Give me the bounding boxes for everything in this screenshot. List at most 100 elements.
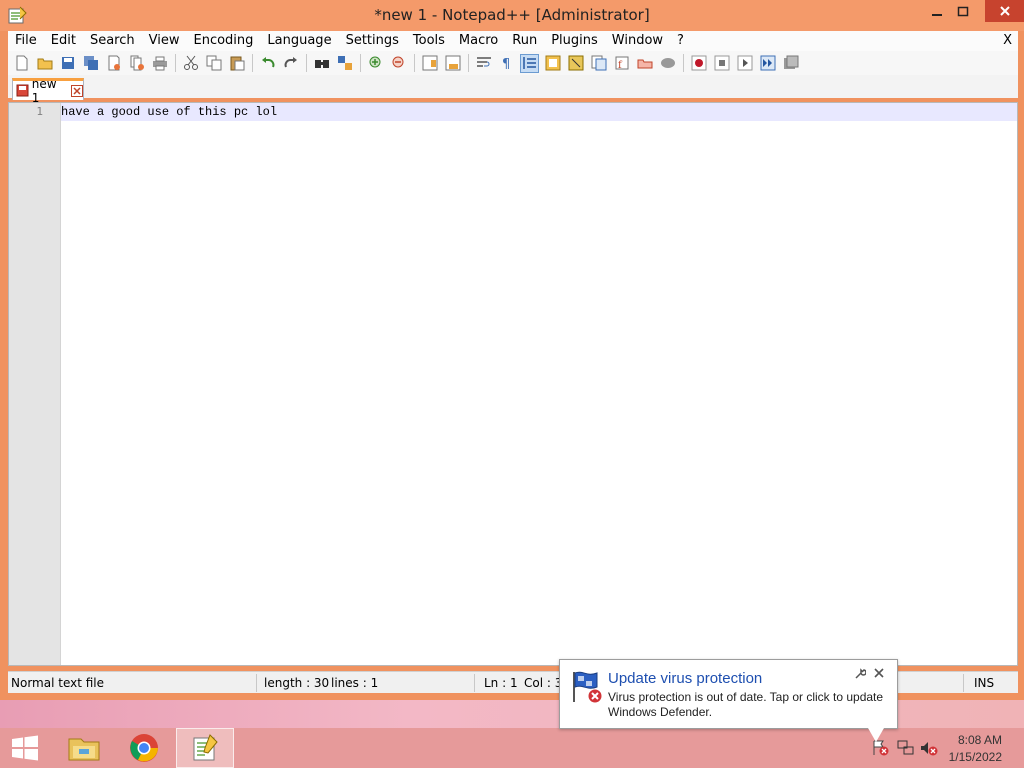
menu-plugins[interactable]: Plugins bbox=[544, 31, 605, 51]
svg-text:¶: ¶ bbox=[502, 57, 510, 71]
minimize-icon bbox=[932, 14, 942, 16]
volume-muted-icon[interactable] bbox=[920, 740, 938, 756]
toolbar-separator bbox=[252, 54, 253, 72]
udl-icon[interactable] bbox=[543, 54, 562, 73]
toolbar-separator bbox=[175, 54, 176, 72]
save-icon[interactable] bbox=[58, 54, 77, 73]
defender-flag-icon bbox=[573, 671, 603, 704]
toolbar: ¶ f bbox=[8, 51, 1018, 75]
status-divider bbox=[963, 674, 964, 692]
windows-logo-icon bbox=[12, 735, 38, 761]
wrench-icon[interactable] bbox=[854, 668, 866, 680]
word-wrap-icon[interactable] bbox=[474, 54, 493, 73]
status-insert-mode: INS bbox=[974, 676, 995, 690]
notification-close-icon[interactable] bbox=[873, 667, 885, 679]
network-icon[interactable] bbox=[897, 740, 915, 756]
cut-icon[interactable] bbox=[181, 54, 200, 73]
tab-label: new 1 bbox=[31, 76, 57, 105]
taskbar-file-explorer[interactable] bbox=[55, 728, 113, 768]
sync-vertical-icon[interactable] bbox=[420, 54, 439, 73]
find-icon[interactable] bbox=[312, 54, 331, 73]
doc-map-icon[interactable] bbox=[566, 54, 585, 73]
save-macro-icon[interactable] bbox=[781, 54, 800, 73]
menu-file[interactable]: File bbox=[8, 31, 44, 51]
toolbar-separator bbox=[360, 54, 361, 72]
windows-defender-alert-icon[interactable] bbox=[872, 740, 890, 756]
function-list-icon[interactable] bbox=[589, 54, 608, 73]
defender-notification[interactable]: Update virus protection Virus protection… bbox=[559, 659, 898, 729]
sync-horizontal-icon[interactable] bbox=[443, 54, 462, 73]
line-number-gutter: 1 bbox=[9, 103, 61, 665]
status-divider bbox=[256, 674, 257, 692]
notification-title: Update virus protection bbox=[608, 670, 763, 687]
redo-icon[interactable] bbox=[281, 54, 300, 73]
maximize-button[interactable] bbox=[948, 0, 978, 24]
close-window-button[interactable] bbox=[985, 0, 1024, 22]
toolbar-separator bbox=[414, 54, 415, 72]
doc-switcher-icon[interactable] bbox=[635, 54, 654, 73]
stop-record-icon[interactable] bbox=[712, 54, 731, 73]
zoom-out-icon[interactable] bbox=[389, 54, 408, 73]
menu-encoding[interactable]: Encoding bbox=[186, 31, 260, 51]
status-file-type: Normal text file bbox=[11, 676, 105, 690]
status-length: length : 30 bbox=[264, 676, 330, 690]
toolbar-separator bbox=[683, 54, 684, 72]
open-file-icon[interactable] bbox=[35, 54, 54, 73]
save-all-icon[interactable] bbox=[81, 54, 100, 73]
menu-window[interactable]: Window bbox=[605, 31, 670, 51]
title-bar[interactable]: *new 1 - Notepad++ [Administrator] bbox=[0, 0, 1024, 31]
status-lines: lines : 1 bbox=[331, 676, 379, 690]
menu-run[interactable]: Run bbox=[505, 31, 544, 51]
indent-guide-icon[interactable] bbox=[520, 53, 539, 73]
toolbar-separator bbox=[468, 54, 469, 72]
play-macro-icon[interactable] bbox=[735, 54, 754, 73]
chrome-icon bbox=[130, 734, 158, 762]
print-icon[interactable] bbox=[150, 54, 169, 73]
toolbar-separator bbox=[306, 54, 307, 72]
editor-line-text[interactable]: have a good use of this pc lol bbox=[61, 105, 277, 119]
menu-bar: File Edit Search View Encoding Language … bbox=[8, 31, 1018, 51]
close-all-icon[interactable] bbox=[127, 54, 146, 73]
monitoring-icon[interactable] bbox=[658, 54, 677, 73]
file-explorer-icon bbox=[68, 738, 100, 761]
close-document-button[interactable]: X bbox=[1003, 33, 1012, 48]
paste-icon[interactable] bbox=[227, 54, 246, 73]
window-title: *new 1 - Notepad++ [Administrator] bbox=[374, 6, 650, 24]
status-divider bbox=[474, 674, 475, 692]
replace-icon[interactable] bbox=[335, 54, 354, 73]
new-file-icon[interactable] bbox=[12, 54, 31, 73]
record-macro-icon[interactable] bbox=[689, 54, 708, 73]
menu-language[interactable]: Language bbox=[260, 31, 338, 51]
unsaved-file-icon bbox=[16, 84, 29, 97]
clock-time[interactable]: 8:08 AM bbox=[958, 733, 1002, 747]
menu-macro[interactable]: Macro bbox=[452, 31, 505, 51]
run-macro-multiple-icon[interactable] bbox=[758, 54, 777, 73]
show-all-chars-icon[interactable]: ¶ bbox=[497, 54, 516, 73]
tab-new-1[interactable]: new 1 bbox=[12, 77, 84, 105]
text-editor[interactable]: 1 have a good use of this pc lol bbox=[8, 102, 1018, 666]
line-number: 1 bbox=[36, 105, 43, 118]
folder-workspace-icon[interactable]: f bbox=[612, 54, 631, 73]
menu-search[interactable]: Search bbox=[83, 31, 142, 51]
copy-icon[interactable] bbox=[204, 54, 223, 73]
taskbar-notepadpp[interactable] bbox=[176, 728, 234, 768]
menu-tools[interactable]: Tools bbox=[406, 31, 452, 51]
status-ln: Ln : 1 bbox=[484, 676, 518, 690]
menu-edit[interactable]: Edit bbox=[44, 31, 83, 51]
notification-body: Virus protection is out of date. Tap or … bbox=[608, 690, 884, 719]
menu-help[interactable]: ? bbox=[670, 31, 691, 51]
close-icon[interactable] bbox=[104, 54, 123, 73]
start-button[interactable] bbox=[0, 728, 50, 768]
menu-view[interactable]: View bbox=[142, 31, 187, 51]
notepadpp-icon bbox=[193, 734, 218, 761]
maximize-icon bbox=[957, 6, 969, 17]
zoom-in-icon[interactable] bbox=[366, 54, 385, 73]
undo-icon[interactable] bbox=[258, 54, 277, 73]
close-icon bbox=[999, 6, 1010, 16]
tab-bar: new 1 bbox=[8, 75, 1018, 105]
taskbar-chrome[interactable] bbox=[115, 728, 173, 768]
menu-settings[interactable]: Settings bbox=[339, 31, 406, 51]
notepadpp-window: *new 1 - Notepad++ [Administrator] File … bbox=[0, 0, 1024, 700]
tab-close-icon[interactable] bbox=[71, 84, 83, 97]
clock-date[interactable]: 1/15/2022 bbox=[949, 750, 1002, 764]
